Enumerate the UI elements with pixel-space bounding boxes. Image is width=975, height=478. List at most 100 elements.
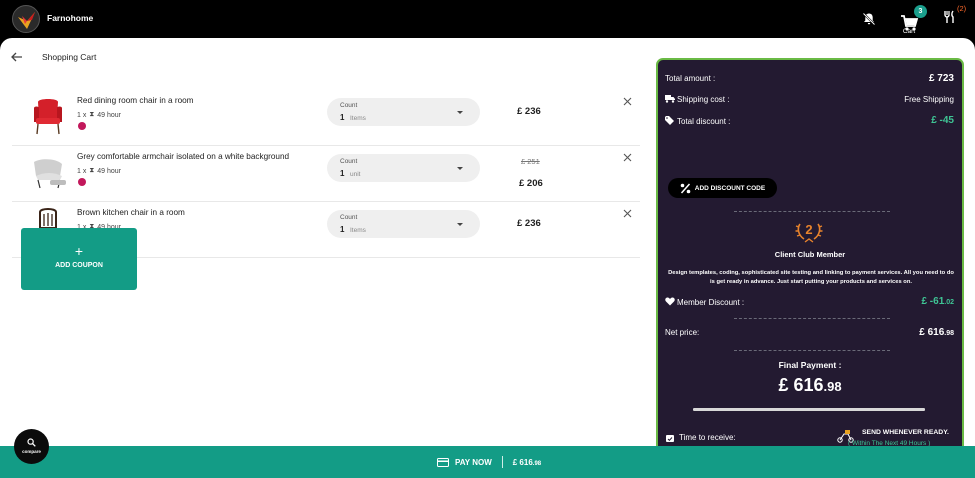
divider: [734, 350, 890, 351]
progress-fill: [693, 408, 925, 411]
item-price: £ 236: [517, 106, 541, 117]
close-icon[interactable]: [623, 153, 632, 162]
time-to-receive-row: Time to receive:: [666, 433, 736, 442]
page-title: Shopping Cart: [42, 52, 97, 62]
compare-button[interactable]: compare: [14, 429, 49, 464]
add-coupon-label: ADD COUPON: [55, 262, 103, 269]
item-color-swatch: [78, 178, 86, 186]
club-level-badge-icon: 2: [795, 222, 823, 243]
member-discount-value: £ -61.02: [921, 296, 954, 307]
discount-label-wrap: Total discount :: [665, 115, 731, 126]
caret-down-icon[interactable]: [457, 223, 463, 226]
delivery-option[interactable]: SEND WHENEVER READY. ( Within The Next 4…: [836, 426, 956, 448]
brand-name[interactable]: Farnohome: [47, 13, 93, 23]
divider: [501, 456, 503, 468]
red-chair-image[interactable]: [26, 94, 70, 138]
order-summary: Total amount : £ 723 Shipping cost : Fre…: [656, 58, 964, 458]
close-icon[interactable]: [623, 209, 632, 218]
credit-card-icon: [437, 457, 449, 467]
add-discount-code-label: ADD DISCOUNT CODE: [694, 184, 766, 192]
final-payment-label: Final Payment :: [778, 360, 842, 370]
net-price-main: £ 616: [919, 327, 945, 338]
cutlery-icon[interactable]: [943, 10, 955, 24]
item-duration: 49 hour: [97, 167, 122, 175]
close-icon[interactable]: [623, 97, 632, 106]
search-icon: [27, 438, 36, 447]
notifications-off-icon[interactable]: [862, 12, 876, 26]
send-title: SEND WHENEVER READY.: [862, 429, 949, 436]
count-value: 1: [340, 169, 345, 178]
pay-now-bar[interactable]: PAY NOW £ 616.98: [0, 446, 975, 478]
divider: [734, 211, 890, 212]
time-to-receive-label: Time to receive:: [679, 433, 736, 442]
item-name[interactable]: Grey comfortable armchair isolated on a …: [77, 152, 289, 161]
member-discount-main: £ -61: [921, 296, 945, 307]
club-title: Client Club Member: [774, 250, 846, 259]
net-price-label: Net price:: [665, 328, 700, 337]
hourglass-icon: ⧗: [89, 111, 95, 118]
item-name[interactable]: Red dining room chair in a room: [77, 96, 194, 105]
heart-icon: [665, 297, 675, 305]
count-label: Count: [340, 214, 358, 221]
count-label: Count: [340, 158, 358, 165]
divider: [734, 318, 890, 319]
hourglass-icon: ⧗: [89, 167, 95, 174]
truck-icon: [665, 95, 675, 103]
item-name[interactable]: Brown kitchen chair in a room: [77, 208, 185, 217]
count-unit: Items: [350, 114, 366, 122]
pay-amount-main: £ 616: [512, 457, 533, 467]
total-amount-value: £ 723: [928, 73, 954, 84]
cart-label[interactable]: Cart: [899, 28, 919, 35]
cart-count-badge: 3: [914, 5, 927, 18]
brand-logo-icon[interactable]: [12, 5, 40, 33]
caret-down-icon[interactable]: [457, 167, 463, 170]
member-label-wrap: Member Discount :: [665, 297, 744, 307]
discount-value: £ -45: [931, 115, 954, 126]
item-qty: 1 x: [77, 167, 87, 175]
club-level-number: 2: [805, 222, 812, 237]
caret-down-icon[interactable]: [457, 111, 463, 114]
pay-amount-cents: .98: [532, 460, 542, 467]
total-amount-row: Total amount : £ 723: [665, 73, 954, 84]
net-price-cents: .98: [944, 330, 954, 337]
item-old-price: £ 251: [521, 157, 540, 166]
progress-bar: [693, 408, 925, 411]
member-discount-label: Member Discount :: [677, 297, 745, 307]
final-payment-cents: .98: [823, 379, 842, 394]
shipping-label-wrap: Shipping cost :: [665, 94, 729, 104]
item-meta: 1 x ⧗ 49 hour: [77, 167, 121, 175]
top-bar: Farnohome 3 Cart (2): [0, 0, 975, 38]
club-description: Design templates, coding, sophisticated …: [668, 270, 954, 285]
percent-icon: [680, 183, 691, 193]
count-select[interactable]: Count 1 Items: [327, 210, 480, 238]
item-duration: 49 hour: [97, 111, 122, 119]
count-value: 1: [340, 113, 345, 122]
final-payment-value: £ 616.98: [658, 375, 962, 396]
item-price: £ 236: [517, 218, 541, 229]
item-price: £ 206: [519, 178, 543, 189]
count-label: Count: [340, 102, 358, 109]
add-coupon-button[interactable]: + ADD COUPON: [21, 228, 137, 290]
grey-armchair-image[interactable]: [26, 150, 70, 194]
count-select[interactable]: Count 1 unit: [327, 154, 480, 182]
item-qty: 1 x: [77, 111, 87, 119]
final-payment-main: £ 616: [778, 375, 824, 395]
pay-now-button[interactable]: PAY NOW £ 616.98: [437, 456, 541, 468]
cart-item: Red dining room chair in a room 1 x ⧗ 49…: [12, 90, 640, 146]
item-meta: 1 x ⧗ 49 hour: [77, 111, 121, 119]
count-select[interactable]: Count 1 Items: [327, 98, 480, 126]
item-color-swatch: [78, 122, 86, 130]
count-unit: Items: [350, 226, 366, 234]
count-value: 1: [340, 225, 345, 234]
calendar-check-icon: [666, 434, 674, 442]
member-discount-row: Member Discount : £ -61.02: [665, 296, 954, 307]
plus-icon: +: [74, 243, 84, 259]
shipping-row: Shipping cost : Free Shipping: [665, 94, 954, 104]
back-arrow-icon[interactable]: [11, 52, 23, 62]
add-discount-code-button[interactable]: ADD DISCOUNT CODE: [668, 178, 777, 198]
discount-label: Total discount :: [677, 116, 731, 126]
total-amount-label: Total amount :: [665, 74, 716, 83]
shipping-label: Shipping cost :: [677, 95, 730, 104]
discount-row: Total discount : £ -45: [665, 115, 954, 126]
compare-label: compare: [22, 449, 41, 454]
